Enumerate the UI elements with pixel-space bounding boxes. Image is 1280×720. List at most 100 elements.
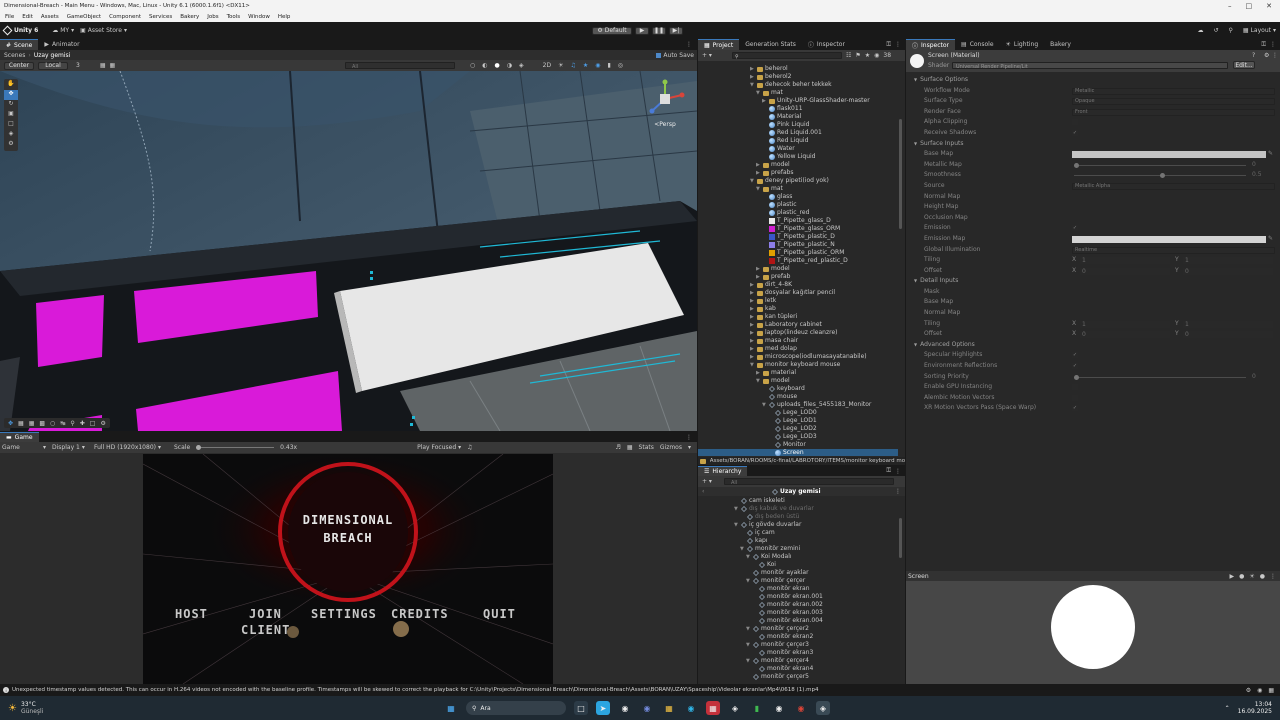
menu-jobs[interactable]: Jobs — [203, 14, 222, 20]
menu-component[interactable]: Component — [105, 14, 145, 20]
effects-icon[interactable]: ◈ — [519, 62, 524, 69]
color-picker-icon[interactable]: ✎ — [1268, 149, 1273, 160]
material-preview[interactable] — [906, 581, 1280, 684]
project-folder[interactable]: ▼ monitor keyboard mouse — [698, 361, 898, 369]
project-asset[interactable]: glass — [698, 193, 898, 201]
overlay-zoom-icon[interactable]: ⚲ — [70, 420, 74, 427]
preview-light-icon[interactable]: ☀ — [1249, 573, 1254, 580]
vector-field[interactable]: 1 — [1183, 257, 1273, 265]
color-swatch[interactable] — [1072, 151, 1266, 159]
rect-tool-icon[interactable]: □ — [4, 120, 18, 130]
visibility-icon[interactable]: ◉ — [874, 52, 879, 59]
panel-menu-icon[interactable]: ⋮ — [1272, 52, 1278, 59]
hierarchy-item[interactable]: ▼ dış kabuk ve duvarlar — [698, 505, 898, 513]
expand-right-icon[interactable]: ▶ — [750, 313, 757, 321]
expand-down-icon[interactable]: ▼ — [756, 89, 763, 97]
notifications-icon[interactable]: ▦ — [1268, 687, 1274, 694]
add-icon[interactable]: + ▾ — [702, 478, 712, 485]
cache-icon[interactable]: ◉ — [1257, 687, 1262, 694]
project-asset[interactable]: ▼ uploads_files_5455183_Monitor — [698, 401, 898, 409]
fold-icon[interactable]: ▼ — [914, 340, 917, 351]
maximize-icon[interactable]: □ — [1246, 2, 1253, 10]
project-asset[interactable]: Yellow Liquid — [698, 153, 898, 161]
project-folder[interactable]: ▼ mat — [698, 89, 898, 97]
weather-widget[interactable]: ☀ 33°C Güneşli — [0, 701, 43, 715]
move-tool-icon[interactable]: ✥ — [4, 90, 18, 100]
overlay-handle-icon[interactable]: ✚ — [80, 420, 85, 427]
project-folder[interactable]: ▶ letk — [698, 297, 898, 305]
menu-services[interactable]: Services — [145, 14, 176, 20]
project-asset[interactable]: Pink Liquid — [698, 121, 898, 129]
property-checkbox[interactable]: ✓ — [1072, 405, 1078, 412]
fold-icon[interactable]: ▼ — [914, 139, 917, 150]
discord-icon[interactable]: ◉ — [640, 701, 654, 715]
expand-right-icon[interactable]: ▶ — [750, 297, 757, 305]
lighting-toggle-icon[interactable]: ☀ — [558, 62, 563, 69]
edge-icon[interactable]: ◉ — [684, 701, 698, 715]
vector-field[interactable]: 1 — [1183, 320, 1273, 328]
shader-dropdown[interactable]: Universal Render Pipeline/Lit — [952, 62, 1228, 70]
menu-gameobject[interactable]: GameObject — [63, 14, 105, 20]
project-asset[interactable]: Red Liquid — [698, 137, 898, 145]
overlay-settings-icon[interactable]: ⚙ — [100, 420, 105, 427]
expand-down-icon[interactable]: ▼ — [746, 641, 753, 649]
property-checkbox[interactable]: ✓ — [1072, 363, 1078, 370]
account-dropdown[interactable]: ☁ MY ▾ — [52, 27, 74, 34]
menu-bakery[interactable]: Bakery — [176, 14, 203, 20]
project-folder[interactable]: ▶ masa chair — [698, 337, 898, 345]
pause-button[interactable]: ❚❚ — [652, 26, 666, 35]
property-slider[interactable] — [1074, 162, 1246, 168]
expand-right-icon[interactable]: ▶ — [750, 65, 757, 73]
tab-console[interactable]: ▤ Console — [955, 39, 1000, 50]
filter-label-icon[interactable]: ⚑ — [855, 52, 860, 59]
project-folder[interactable]: ▶ beherol — [698, 65, 898, 73]
preview-sphere-icon[interactable]: ● — [1239, 573, 1244, 580]
project-asset[interactable]: Material — [698, 113, 898, 121]
tab-generation-stats[interactable]: Generation Stats — [739, 39, 802, 50]
panel-menu-icon[interactable]: ⋮ — [686, 41, 697, 48]
scene-viewport[interactable]: ✋ ✥ ↻ ▣ □ ◈ ⚙ <Persp ✥ ▦ ▦ ▩ ○ ↹ ⚲ ✚ □ ⚙ — [0, 71, 697, 431]
github-icon[interactable]: ◉ — [618, 701, 632, 715]
game-mode-dropdown[interactable]: Game ▾ — [2, 444, 46, 451]
cloud-services-icon[interactable]: ☁ — [1197, 27, 1203, 34]
hierarchy-item[interactable]: ▼ monitör çerçer3 — [698, 641, 898, 649]
tab-game[interactable]: ▬ Game — [0, 432, 39, 442]
settings-button[interactable]: SETTINGS — [311, 607, 377, 621]
project-asset[interactable]: Screen — [698, 449, 898, 456]
property-dropdown[interactable]: Front — [1072, 108, 1275, 116]
project-folder[interactable]: ▼ deney pipeti(iod yok) — [698, 177, 898, 185]
menu-file[interactable]: File — [1, 14, 18, 20]
panel-menu-icon[interactable]: ⋮ — [891, 41, 905, 48]
hand-tool-icon[interactable]: ✋ — [4, 80, 18, 90]
gizmos-button[interactable]: Gizmos — [660, 444, 682, 451]
expand-right-icon[interactable]: ▶ — [750, 345, 757, 353]
slider-value[interactable]: 0 — [1252, 160, 1256, 171]
expand-right-icon[interactable]: ▶ — [762, 97, 769, 105]
clock-date[interactable]: 16.09.2025 — [1238, 708, 1272, 715]
hierarchy-item[interactable]: ▼ monitör çerçer — [698, 577, 898, 585]
property-slider[interactable] — [1074, 374, 1246, 380]
slider-value[interactable]: 0 — [1252, 372, 1256, 383]
credits-button[interactable]: CREDITS — [391, 607, 449, 621]
filter-type-icon[interactable]: ☷ — [846, 52, 851, 59]
vector-field[interactable]: 1 — [1080, 320, 1170, 328]
overlay-orbit-icon[interactable]: ○ — [50, 420, 55, 427]
hierarchy-scene-row[interactable]: ‹ Uzay gemisi ⋮ — [698, 487, 905, 496]
project-asset[interactable]: Lege_LOD3 — [698, 433, 898, 441]
overlay-frame-icon[interactable]: □ — [90, 420, 96, 427]
hierarchy-item[interactable]: ▼ Koi Modalı — [698, 553, 898, 561]
project-folder[interactable]: ▶ laptop(lindeuz cleanzre) — [698, 329, 898, 337]
hierarchy-item[interactable]: monitör ekran.004 — [698, 617, 898, 625]
preview-play-icon[interactable]: ▶ — [1229, 573, 1234, 580]
project-folder[interactable]: ▶ prefab — [698, 273, 898, 281]
color-picker-icon[interactable]: ✎ — [1268, 234, 1273, 245]
property-checkbox[interactable] — [1072, 394, 1078, 401]
expand-down-icon[interactable]: ▼ — [734, 521, 741, 529]
menu-assets[interactable]: Assets — [37, 14, 63, 20]
color-swatch[interactable] — [1072, 235, 1266, 243]
project-folder[interactable]: ▶ kab — [698, 305, 898, 313]
hierarchy-item[interactable]: monitör ekran4 — [698, 665, 898, 673]
project-asset[interactable]: mouse — [698, 393, 898, 401]
shading-solid-icon[interactable]: ● — [495, 62, 500, 69]
unity-logo-button[interactable]: Unity 6 — [2, 25, 38, 36]
